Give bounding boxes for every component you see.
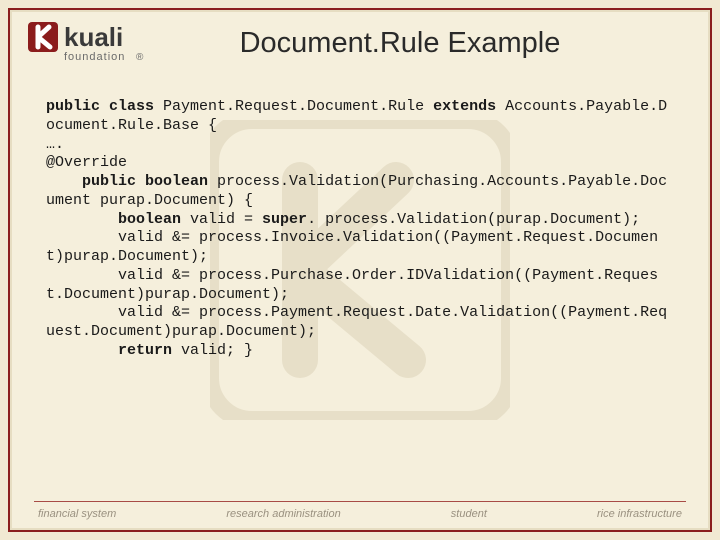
code-text: valid &= process.Payment.Request.Date.Va… (46, 304, 667, 340)
footer-links: financial system research administration… (34, 508, 686, 520)
brand-sub-text: foundation (64, 51, 125, 63)
code-text: valid; } (172, 342, 253, 359)
footer-item: research administration (226, 508, 340, 520)
code-text: @Override (46, 154, 127, 171)
footer-divider (34, 501, 686, 502)
slide-title: Document.Rule Example (168, 27, 692, 60)
slide-footer: financial system research administration… (10, 501, 710, 520)
slide-frame: kuali foundation ® Document.Rule Example… (8, 8, 712, 532)
slide-header: kuali foundation ® Document.Rule Example (10, 10, 710, 70)
code-example: public class Payment.Request.Document.Ru… (10, 70, 710, 361)
code-kw: extends (433, 98, 505, 115)
footer-item: financial system (38, 508, 116, 520)
code-kw: return (118, 342, 172, 359)
code-text: Payment.Request.Document.Rule (163, 98, 433, 115)
code-kw: super (262, 211, 307, 228)
svg-text:®: ® (136, 52, 144, 63)
footer-item: student (451, 508, 487, 520)
code-kw: boolean (118, 211, 181, 228)
footer-item: rice infrastructure (597, 508, 682, 520)
code-text: …. (46, 136, 64, 153)
code-text: . process.Validation(purap.Document); (307, 211, 640, 228)
code-kw: public class (46, 98, 163, 115)
code-text: valid &= process.Invoice.Validation((Pay… (46, 229, 658, 265)
brand-logo: kuali foundation ® (28, 20, 168, 66)
code-text: valid = (181, 211, 262, 228)
brand-name-text: kuali (64, 22, 123, 52)
code-kw: public boolean (82, 173, 208, 190)
code-text: valid &= process.Purchase.Order.IDValida… (46, 267, 658, 303)
